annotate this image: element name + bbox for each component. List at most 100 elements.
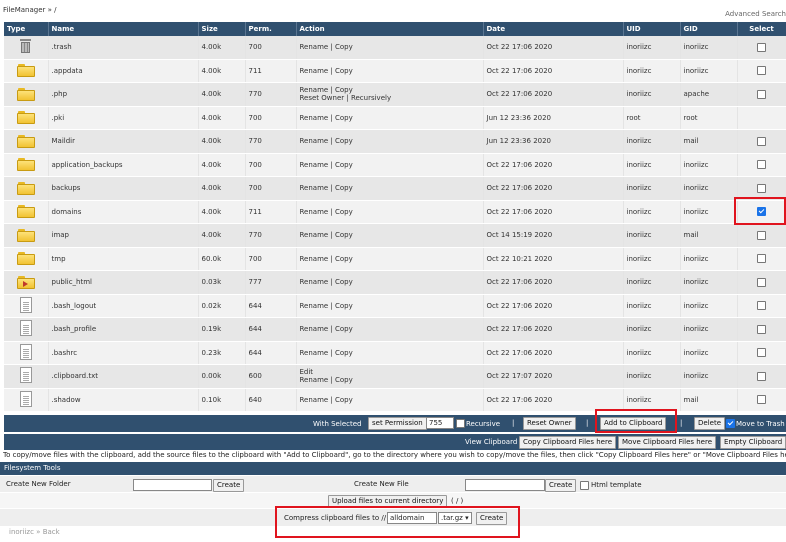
row-action-primary[interactable]: Rename | Copy [300, 278, 353, 286]
row-action-primary[interactable]: Rename | Copy [300, 302, 353, 310]
folder-icon[interactable] [16, 181, 35, 195]
row-name[interactable]: backups [48, 176, 199, 201]
row-action-primary[interactable]: Rename | Copy [300, 137, 353, 145]
folder-icon[interactable] [16, 228, 35, 242]
row-perm[interactable]: 700 [245, 247, 297, 271]
create-folder-button[interactable]: Create [213, 479, 245, 492]
folder-icon[interactable] [16, 252, 35, 266]
select-checkbox[interactable] [757, 324, 766, 334]
folder-icon[interactable] [16, 111, 35, 125]
row-name[interactable]: .bash_profile [48, 317, 199, 342]
compress-format-select[interactable]: .tar.gz ▾ [438, 512, 472, 524]
file-icon[interactable] [19, 390, 32, 407]
row-perm[interactable]: 700 [245, 106, 297, 130]
folder-icon[interactable] [16, 205, 35, 219]
row-perm[interactable]: 711 [245, 200, 297, 224]
row-action-primary[interactable]: Rename | Copy [300, 67, 353, 75]
row-action-primary[interactable]: Rename | Copy [300, 325, 353, 333]
col-perm[interactable]: Perm. [245, 22, 297, 36]
new-folder-input[interactable] [133, 479, 212, 491]
move-to-trash-checkbox[interactable] [726, 419, 735, 428]
row-action-primary[interactable]: Rename | Copy [300, 161, 353, 169]
row-action-primary[interactable]: Rename | Copy [300, 231, 353, 239]
row-action-primary[interactable]: Rename | Copy [300, 255, 353, 263]
empty-clipboard-button[interactable]: Empty Clipboard [720, 436, 786, 449]
row-name[interactable]: .bashrc [48, 341, 199, 365]
row-name[interactable]: .pki [48, 106, 199, 130]
delete-button[interactable]: Delete [694, 417, 725, 430]
permission-input[interactable]: 755 [426, 417, 454, 429]
select-checkbox[interactable] [757, 371, 766, 381]
row-name[interactable]: .shadow [48, 388, 199, 412]
reset-owner-button[interactable]: Reset Owner [523, 417, 576, 430]
upload-files-button[interactable]: Upload files to current directory [328, 495, 448, 508]
folder-icon[interactable] [16, 64, 35, 78]
row-perm[interactable]: 770 [245, 82, 297, 107]
row-action-primary[interactable]: Edit [300, 368, 314, 376]
col-date[interactable]: Date [483, 22, 624, 36]
folder-icon[interactable] [16, 87, 35, 101]
select-checkbox[interactable] [757, 395, 766, 405]
row-name[interactable]: .bash_logout [48, 294, 199, 318]
move-clipboard-here-button[interactable]: Move Clipboard Files here [618, 436, 717, 449]
advanced-search-link[interactable]: Advanced Search [725, 10, 786, 18]
set-permission-button[interactable]: set Permission [368, 417, 427, 430]
row-action-primary[interactable]: Rename | Copy [300, 396, 353, 404]
select-checkbox[interactable] [757, 136, 766, 146]
row-perm[interactable]: 600 [245, 364, 297, 389]
row-perm[interactable]: 700 [245, 36, 297, 60]
select-checkbox[interactable] [757, 230, 766, 240]
folder-icon[interactable] [16, 158, 35, 172]
row-action-primary[interactable]: Rename | Copy [300, 349, 353, 357]
select-checkbox[interactable] [757, 89, 766, 99]
row-perm[interactable]: 644 [245, 294, 297, 318]
breadcrumb[interactable]: FileManager » / [3, 6, 57, 14]
select-checkbox[interactable] [757, 207, 766, 217]
row-perm[interactable]: 777 [245, 270, 297, 295]
select-checkbox[interactable] [757, 42, 766, 52]
row-action-primary[interactable]: Rename | Copy [300, 184, 353, 192]
symlink-folder-icon[interactable] [16, 275, 35, 289]
back-link[interactable]: inoriizc » Back [9, 528, 60, 536]
add-to-clipboard-button[interactable]: Add to Clipboard [600, 417, 667, 430]
row-action-primary[interactable]: Rename | Copy [300, 208, 353, 216]
row-action-primary[interactable]: Rename | Copy [300, 114, 353, 122]
row-name[interactable]: public_html [48, 270, 199, 295]
row-name[interactable]: .trash [48, 36, 199, 60]
row-perm[interactable]: 700 [245, 176, 297, 201]
recursive-checkbox[interactable] [456, 419, 465, 428]
row-name[interactable]: .php [48, 82, 199, 107]
row-perm[interactable]: 644 [245, 341, 297, 365]
col-name[interactable]: Name [48, 22, 199, 36]
row-perm[interactable]: 640 [245, 388, 297, 412]
row-name[interactable]: application_backups [48, 153, 199, 177]
row-perm[interactable]: 770 [245, 129, 297, 154]
new-file-input[interactable] [465, 479, 545, 491]
row-name[interactable]: .appdata [48, 59, 199, 83]
row-name[interactable]: domains [48, 200, 199, 224]
row-action-secondary[interactable]: Rename | Copy [300, 376, 353, 384]
select-checkbox[interactable] [757, 254, 766, 264]
col-uid[interactable]: UID [623, 22, 681, 36]
row-perm[interactable]: 700 [245, 153, 297, 177]
create-file-button[interactable]: Create [545, 479, 577, 492]
row-action-primary[interactable]: Rename | Copy [300, 43, 353, 51]
select-checkbox[interactable] [757, 277, 766, 287]
row-perm[interactable]: 644 [245, 317, 297, 342]
compress-name-input[interactable]: alldomain [387, 512, 437, 524]
folder-icon[interactable] [16, 134, 35, 148]
col-type[interactable]: Type [4, 22, 49, 36]
copy-clipboard-here-button[interactable]: Copy Clipboard Files here [519, 436, 617, 449]
row-action-primary[interactable]: Rename | Copy [300, 86, 353, 94]
select-checkbox[interactable] [757, 348, 766, 358]
select-checkbox[interactable] [757, 66, 766, 76]
select-checkbox[interactable] [757, 301, 766, 311]
row-name[interactable]: .clipboard.txt [48, 364, 199, 389]
file-icon[interactable] [19, 343, 32, 360]
view-clipboard-link[interactable]: View Clipboard [465, 438, 517, 446]
row-name[interactable]: Maildir [48, 129, 199, 154]
col-gid[interactable]: GID [680, 22, 738, 36]
file-icon[interactable] [19, 296, 32, 313]
file-icon[interactable] [19, 367, 32, 384]
select-checkbox[interactable] [757, 183, 766, 193]
